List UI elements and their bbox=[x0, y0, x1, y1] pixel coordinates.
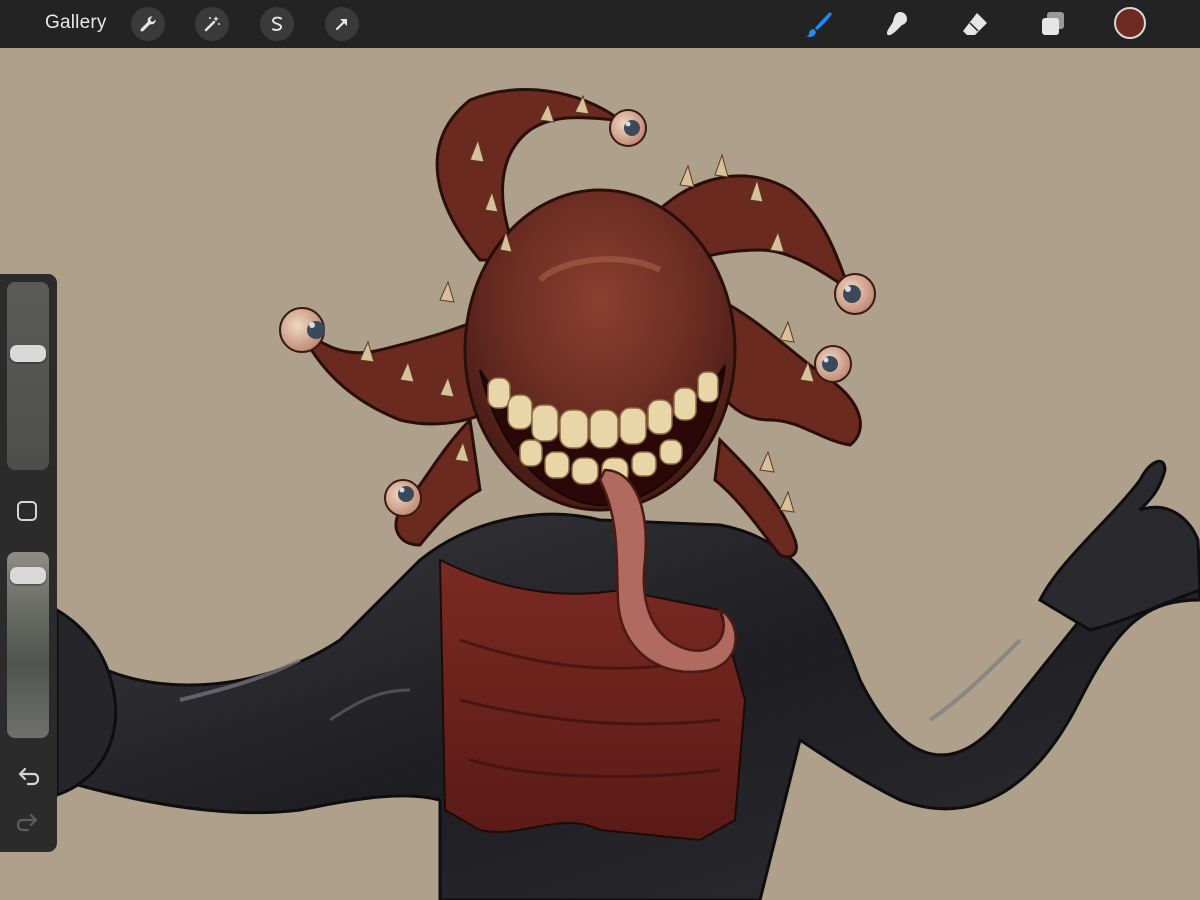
opacity-thumb[interactable] bbox=[10, 567, 46, 585]
undo-button[interactable] bbox=[15, 764, 41, 788]
redo-icon bbox=[16, 813, 38, 832]
arrow-cursor-icon bbox=[335, 18, 348, 31]
eraser-icon bbox=[963, 13, 987, 35]
procreate-app: Gallery bbox=[0, 0, 1200, 900]
magic-wand-icon bbox=[204, 16, 220, 32]
undo-icon bbox=[18, 767, 40, 786]
smudge-finger-icon bbox=[886, 12, 907, 36]
eraser-tool-button[interactable] bbox=[957, 6, 993, 42]
layers-icon bbox=[1042, 12, 1064, 35]
brush-size-slider[interactable] bbox=[7, 282, 49, 470]
artwork-illustration bbox=[55, 88, 1200, 900]
selection-s-icon bbox=[271, 16, 283, 31]
brush-icon bbox=[806, 12, 832, 37]
layers-button[interactable] bbox=[1035, 6, 1071, 42]
color-picker-button[interactable] bbox=[1114, 7, 1146, 39]
modify-button[interactable] bbox=[17, 501, 37, 521]
redo-button[interactable] bbox=[15, 810, 41, 834]
brush-tool-button[interactable] bbox=[801, 6, 837, 42]
transform-button[interactable] bbox=[325, 7, 359, 41]
opacity-slider[interactable] bbox=[7, 552, 49, 738]
actions-button[interactable] bbox=[131, 7, 165, 41]
wrench-icon bbox=[140, 16, 156, 32]
gallery-button[interactable]: Gallery bbox=[45, 12, 107, 34]
smudge-tool-button[interactable] bbox=[878, 6, 914, 42]
brush-size-thumb[interactable] bbox=[10, 344, 46, 362]
left-sidebar bbox=[0, 274, 57, 852]
top-toolbar: Gallery bbox=[0, 0, 1200, 48]
drawing-canvas[interactable] bbox=[0, 48, 1200, 900]
adjustments-button[interactable] bbox=[195, 7, 229, 41]
selection-button[interactable] bbox=[260, 7, 294, 41]
